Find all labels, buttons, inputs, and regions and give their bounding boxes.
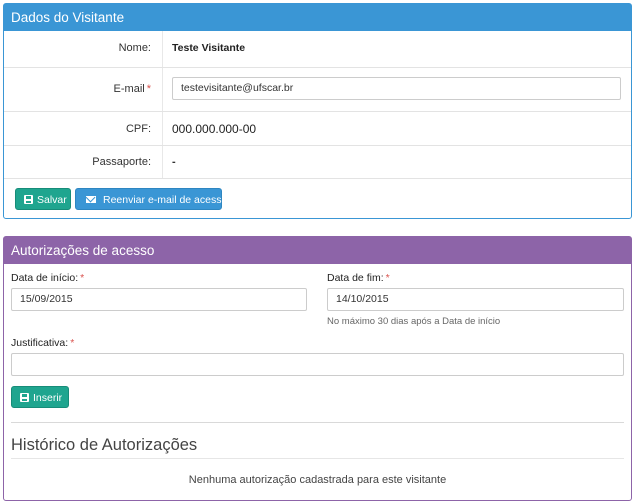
start-date-label: Data de início: * [11, 272, 85, 284]
end-date-label: Data de fim: * [327, 272, 390, 284]
visitor-panel-title: Dados do Visitante [4, 4, 631, 31]
envelope-icon [86, 196, 96, 203]
name-value: Teste Visitante [172, 42, 246, 54]
passport-row: Passaporte: - [4, 145, 631, 178]
cpf-value: 000.000.000-00 [172, 122, 257, 136]
floppy-disk-icon [24, 195, 33, 204]
email-label: E-mail * [113, 83, 151, 95]
required-mark: * [80, 272, 85, 284]
email-field[interactable]: testevisitante@ufscar.br [172, 77, 621, 100]
cpf-label: CPF: [125, 123, 151, 135]
save-button[interactable]: Salvar [15, 188, 71, 210]
insert-button-label: Inserir [33, 392, 63, 404]
section-divider [11, 422, 624, 423]
insert-button[interactable]: Inserir [11, 386, 69, 408]
access-panel: Autorizações de acesso Data de início: * … [3, 236, 632, 501]
visitor-panel: Dados do Visitante Nome: Teste Visitante… [3, 3, 632, 219]
history-empty-message: Nenhuma autorização cadastrada para este… [188, 474, 447, 486]
name-label: Nome: [118, 42, 151, 54]
save-button-label: Salvar [37, 194, 67, 206]
end-date-hint: No máximo 30 dias após a Data de início [327, 316, 501, 327]
passport-label: Passaporte: [92, 156, 151, 168]
justification-field[interactable] [11, 353, 624, 376]
passport-value: - [172, 156, 176, 168]
name-row: Nome: Teste Visitante [4, 31, 631, 67]
start-date-field[interactable]: 15/09/2015 [11, 288, 307, 311]
justification-label: Justificativa: * [11, 337, 75, 349]
required-mark: * [70, 337, 75, 349]
email-row: E-mail * testevisitante@ufscar.br [4, 67, 631, 111]
resend-email-button[interactable]: Reenviar e-mail de acesso [75, 188, 227, 210]
visitor-actions: Salvar Reenviar e-mail de acesso [4, 178, 631, 218]
access-panel-title: Autorizações de acesso [4, 237, 631, 264]
cpf-row: CPF: 000.000.000-00 [4, 111, 631, 145]
floppy-disk-icon [20, 393, 29, 402]
history-divider [11, 458, 624, 459]
history-title: Histórico de Autorizações [11, 436, 198, 454]
end-date-field[interactable]: 14/10/2015 [327, 288, 624, 311]
resend-email-label: Reenviar e-mail de acesso [103, 194, 228, 206]
required-mark: * [146, 83, 151, 95]
required-mark: * [385, 272, 390, 284]
